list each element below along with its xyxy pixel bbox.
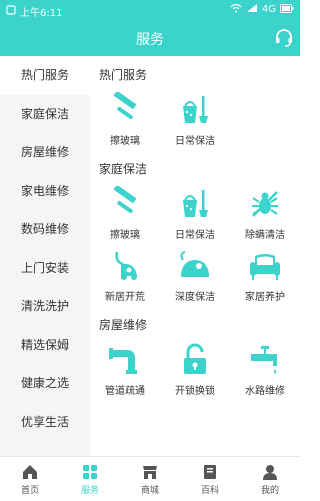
padlock-icon bbox=[184, 343, 206, 374]
signal-icon bbox=[246, 3, 258, 16]
tab-encyclopedia[interactable]: 百科 bbox=[180, 457, 240, 501]
pipe-icon bbox=[109, 348, 137, 374]
section-title: 房屋维修 bbox=[99, 318, 148, 332]
service-grid: 管道疏通 开锁换锁 水路维修 bbox=[90, 338, 300, 400]
status-left: 上午6:11 bbox=[6, 4, 62, 19]
wifi-icon bbox=[230, 3, 242, 16]
tile-label: 新居开荒 bbox=[105, 292, 145, 303]
sidebar-item-nanny[interactable]: 精选保姆 bbox=[0, 326, 90, 365]
service-tile-daily-cleaning[interactable]: 日常保洁 bbox=[160, 88, 230, 150]
cleaning-bucket-icon bbox=[183, 96, 208, 123]
service-grid: 擦玻璃 日常保洁 bbox=[90, 88, 300, 150]
tile-label: 开锁换锁 bbox=[175, 386, 215, 397]
section-title: 家庭保洁 bbox=[99, 162, 148, 176]
tile-label: 擦玻璃 bbox=[110, 136, 140, 147]
faucet-icon bbox=[251, 346, 277, 374]
squeegee-icon bbox=[113, 186, 137, 214]
sidebar-item-appliance-repair[interactable]: 家电维修 bbox=[0, 172, 90, 211]
service-tile-mite-removal[interactable]: 除螨清洁 bbox=[230, 182, 300, 244]
sidebar-item-house-repair[interactable]: 房屋维修 bbox=[0, 133, 90, 172]
service-tile-plumbing[interactable]: 水路维修 bbox=[230, 338, 300, 400]
status-right: 4G bbox=[230, 3, 294, 16]
grid-icon bbox=[83, 465, 97, 479]
service-tile-window-cleaning[interactable]: 擦玻璃 bbox=[90, 88, 160, 150]
section-home-cleaning: 家庭保洁 擦玻璃 日常保洁 除螨清洁 新居开荒 深度保洁 家居养护 bbox=[90, 150, 300, 306]
tile-label: 管道疏通 bbox=[105, 386, 145, 397]
service-tile-deep-cleaning[interactable]: 深度保洁 bbox=[160, 244, 230, 306]
service-tile-daily-cleaning[interactable]: 日常保洁 bbox=[160, 182, 230, 244]
section-house-repair: 房屋维修 管道疏通 开锁换锁 水路维修 bbox=[90, 306, 300, 400]
service-grid: 擦玻璃 日常保洁 除螨清洁 新居开荒 深度保洁 家居养护 bbox=[90, 182, 300, 306]
tile-label: 家居养护 bbox=[245, 292, 285, 303]
sidebar-item-home-installation[interactable]: 上门安装 bbox=[0, 249, 90, 288]
section-hot-services: 热门服务 擦玻璃 日常保洁 bbox=[90, 56, 300, 150]
sidebar-item-more[interactable] bbox=[0, 441, 90, 456]
network-label: 4G bbox=[261, 4, 276, 15]
bug-icon bbox=[252, 191, 278, 217]
tile-label: 擦玻璃 bbox=[110, 230, 140, 241]
home-icon bbox=[23, 465, 37, 479]
tab-label: 我的 bbox=[260, 486, 279, 496]
tab-label: 首页 bbox=[20, 486, 39, 496]
sidebar-item-lifestyle[interactable]: 优享生活 bbox=[0, 403, 90, 442]
status-bar: 上午6:11 4G bbox=[0, 0, 300, 20]
sidebar-item-digital-repair[interactable]: 数码维修 bbox=[0, 210, 90, 249]
sidebar-item-hot-services[interactable]: 热门服务 bbox=[0, 56, 90, 95]
header: 服务 bbox=[0, 20, 300, 56]
service-content: 热门服务 擦玻璃 日常保洁 家庭保洁 擦玻璃 日常保洁 除螨清洁 新居开荒 深度… bbox=[90, 56, 300, 456]
page-title: 服务 bbox=[136, 32, 164, 48]
sidebar-item-home-cleaning[interactable]: 家庭保洁 bbox=[0, 95, 90, 134]
category-sidebar: 热门服务 家庭保洁 房屋维修 家电维修 数码维修 上门安装 清洗洗护 精选保姆 … bbox=[0, 56, 90, 456]
service-tile-home-care[interactable]: 家居养护 bbox=[230, 244, 300, 306]
person-icon bbox=[263, 465, 277, 480]
app-notification-icon bbox=[6, 5, 16, 18]
tab-services[interactable]: 服务 bbox=[60, 457, 120, 501]
bottom-tab-bar: 首页 服务 商城 百科 我的 bbox=[0, 456, 300, 501]
tile-label: 水路维修 bbox=[245, 386, 285, 397]
service-tile-pipe-unclogging[interactable]: 管道疏通 bbox=[90, 338, 160, 400]
tile-label: 日常保洁 bbox=[175, 136, 215, 147]
vacuum-cleaner-icon bbox=[115, 251, 137, 280]
tab-profile[interactable]: 我的 bbox=[240, 457, 300, 501]
tab-label: 商城 bbox=[140, 486, 159, 496]
tile-label: 深度保洁 bbox=[175, 292, 215, 303]
store-icon bbox=[143, 466, 157, 479]
headset-icon[interactable] bbox=[274, 28, 294, 48]
service-tile-move-in-cleaning[interactable]: 新居开荒 bbox=[90, 244, 160, 306]
sofa-icon bbox=[250, 254, 280, 280]
tab-home[interactable]: 首页 bbox=[0, 457, 60, 501]
tab-store[interactable]: 商城 bbox=[120, 457, 180, 501]
book-icon bbox=[204, 465, 216, 479]
service-tile-window-cleaning[interactable]: 擦玻璃 bbox=[90, 182, 160, 244]
sidebar-item-health[interactable]: 健康之选 bbox=[0, 364, 90, 403]
squeegee-icon bbox=[113, 92, 137, 120]
tile-label: 日常保洁 bbox=[175, 230, 215, 241]
sidebar-item-washing-care[interactable]: 清洗洗护 bbox=[0, 287, 90, 326]
service-tile-locksmith[interactable]: 开锁换锁 bbox=[160, 338, 230, 400]
tab-label: 服务 bbox=[80, 486, 99, 496]
status-time: 上午6:11 bbox=[20, 8, 63, 19]
tab-label: 百科 bbox=[200, 486, 219, 496]
battery-icon bbox=[280, 3, 294, 16]
cleaning-bucket-icon bbox=[183, 190, 208, 217]
vacuum-icon bbox=[180, 251, 209, 277]
section-title: 热门服务 bbox=[99, 68, 148, 82]
tile-label: 除螨清洁 bbox=[245, 230, 285, 241]
